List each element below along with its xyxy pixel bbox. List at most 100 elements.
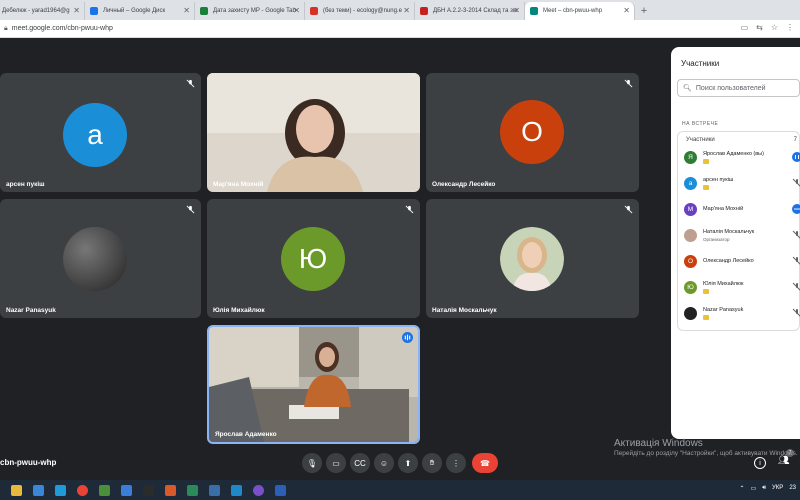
participant-tile[interactable]: Наталія Москальчук [426,199,639,318]
new-tab-button[interactable]: + [635,2,653,20]
file-explorer-icon[interactable] [11,484,22,496]
system-tray: ⌃ ▭ 🔊︎ УКР 23 [740,485,796,492]
section-label: НА ВСТРЕЧЕ [682,121,719,127]
extensions-icon[interactable]: ⋮ [786,23,794,32]
mic-off-icon[interactable] [792,178,800,188]
participant-video [207,73,420,192]
info-icon[interactable]: i [754,457,766,469]
self-video-tile[interactable]: Ярослав Адаменко [207,325,420,444]
participant-name: Nazar Panasyuk [703,307,744,313]
participant-row[interactable]: М Мар'яна Мохній [677,201,800,219]
captions-button[interactable]: CC [350,453,370,473]
badge-icon [703,185,709,190]
address-bar: 🔒︎ meet.google.com/cbn-pwuu-whp ▭ ⇆ ☆ ⋮ [0,20,800,38]
speaking-indicator-icon [402,332,413,343]
participant-tile[interactable]: Nazar Panasyuk [0,199,201,318]
app-icon[interactable] [99,484,110,496]
close-tab-icon[interactable]: ✕ [623,6,630,15]
mic-button[interactable]: 🎙︎ [302,453,322,473]
raise-hand-button[interactable]: ✋︎ [422,453,442,473]
mic-off-icon [405,205,414,214]
participant-name: Олександр Лесейко [432,181,496,188]
mic-off-icon[interactable] [792,282,800,292]
participant-video-tile[interactable]: Мар'яна Мохній [207,73,420,192]
camera-button[interactable]: ▭ [326,453,346,473]
lock-icon[interactable]: 🔒︎ [4,25,8,33]
participants-list-header[interactable]: Участники 7 [677,131,800,147]
word-icon[interactable] [275,484,286,496]
participant-name: Юлія Михайлюк [703,281,744,287]
more-options-button[interactable]: ⋮ [446,453,466,473]
avatar [500,227,564,291]
browser-tab[interactable]: Личный – Google Диск ✕ [85,2,195,20]
star-icon[interactable]: ☆ [771,23,778,32]
participant-name: арсен пукіш [703,177,734,183]
drive-favicon-icon [90,7,98,15]
camera-icon: ▭ [332,458,340,468]
self-video [209,327,418,442]
app-icon[interactable] [187,484,198,496]
browser-tab[interactable]: ДБН А.2.2-3-2014 Склад та зм ✕ [415,2,525,20]
translate-icon[interactable]: ⇆ [756,23,763,32]
hangup-button[interactable]: ☎︎ [472,453,498,473]
viber-icon[interactable] [253,484,264,496]
close-tab-icon[interactable]: ✕ [293,6,300,15]
pdf-favicon-icon [420,7,428,15]
participant-row[interactable]: Nazar Panasyuk [677,305,800,323]
chrome-icon[interactable] [77,484,88,496]
mic-icon: 🎙︎ [306,458,318,468]
mic-off-icon[interactable] [792,256,800,266]
participant-row[interactable]: Ю Юлія Михайлюк [677,279,800,297]
mic-off-icon [624,205,633,214]
participant-row[interactable]: Я Ярослав Адаменко (вы) [677,149,800,167]
close-tab-icon[interactable]: ✕ [183,6,190,15]
participant-row[interactable]: Наталія Москальчук Организатор [677,227,800,245]
mic-off-icon[interactable] [792,308,800,318]
windows-activation-title: Активація Windows [614,438,703,449]
emoji-button[interactable]: ☺ [374,453,394,473]
mic-off-icon [624,79,633,88]
meet-favicon-icon [530,7,538,15]
avatar: М [684,203,697,216]
participant-tile[interactable]: О Олександр Лесейко [426,73,639,192]
terminal-icon[interactable] [143,484,154,496]
mic-off-icon [186,205,195,214]
close-tab-icon[interactable]: ✕ [73,6,80,15]
search-input[interactable]: 🔍︎ Поиск пользователей [677,79,800,97]
edge-icon[interactable] [55,484,66,496]
clock[interactable]: 23 [789,485,796,492]
present-button[interactable]: ⬆ [398,453,418,473]
chevron-up-icon[interactable]: ⌃ [740,485,745,492]
close-tab-icon[interactable]: ✕ [403,6,410,15]
more-options-icon[interactable] [792,204,800,214]
close-tab-icon[interactable]: ✕ [513,6,520,15]
browser-tab[interactable]: Дебелюк - yarad1964@g ✕ [0,2,85,20]
avatar [684,229,697,242]
participant-row[interactable]: а арсен пукіш [677,175,800,193]
participant-row[interactable]: О Олександр Лесейко [677,253,800,271]
badge-icon [703,315,709,320]
participant-tile[interactable]: а арсен пукіш [0,73,201,192]
app-icon[interactable] [165,484,176,496]
keyboard-language[interactable]: УКР [772,485,783,492]
mic-off-icon [186,79,195,88]
gmail-favicon-icon [310,7,318,15]
network-icon[interactable]: ▭ [751,485,757,492]
browser-tab[interactable]: Дата захисту МР - Google Tab ✕ [195,2,305,20]
windows-activation-text: Перейдіть до розділу "Настройки", щоб ак… [614,450,798,457]
save-icon[interactable] [121,484,132,496]
store-icon[interactable] [33,484,44,496]
avatar: а [684,177,697,190]
sheets-favicon-icon [200,7,208,15]
badge-icon [703,159,709,164]
app-icon[interactable] [231,484,242,496]
app-icon[interactable] [209,484,220,496]
url-text[interactable]: meet.google.com/cbn-pwuu-whp [12,25,113,32]
participant-name: Ярослав Адаменко (вы) [703,151,764,157]
mic-off-icon[interactable] [792,230,800,240]
camera-permission-icon[interactable]: ▭ [741,23,749,32]
browser-tab-active[interactable]: Meet – cbn-pwuu-whp ✕ [525,2,635,20]
volume-icon[interactable]: 🔊︎ [762,485,766,492]
participant-tile[interactable]: Ю Юлія Михайлюк [207,199,420,318]
browser-tab[interactable]: (без теми) - ecology@nung.e ✕ [305,2,415,20]
